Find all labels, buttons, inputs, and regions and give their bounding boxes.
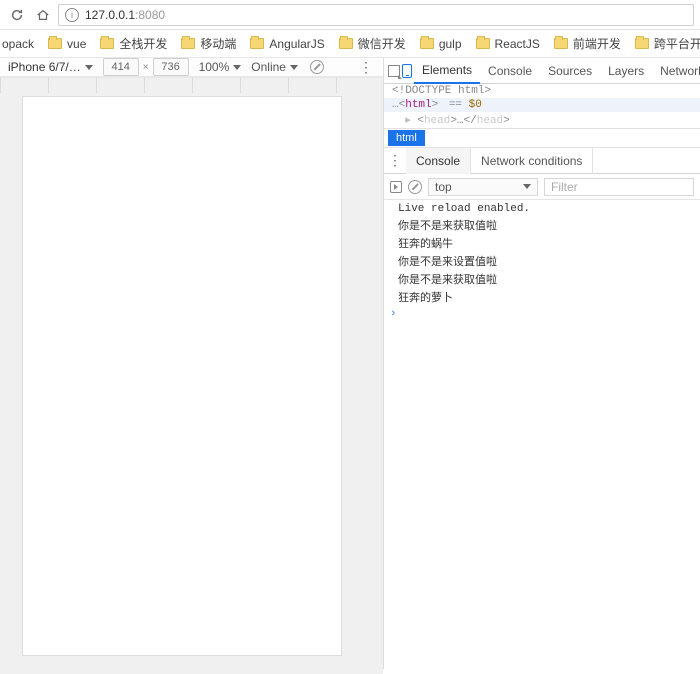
emulated-viewport[interactable]: [22, 96, 342, 656]
folder-icon: [181, 38, 195, 49]
url-host: 127.0.0.1: [85, 8, 135, 22]
device-name: iPhone 6/7/…: [8, 60, 81, 74]
console-line: 你是不是来设置值啦: [384, 252, 700, 270]
zoom-value: 100%: [199, 60, 230, 74]
home-icon[interactable]: [32, 4, 54, 26]
filter-input[interactable]: Filter: [544, 178, 694, 196]
context-select[interactable]: top: [428, 178, 538, 196]
folder-icon: [476, 38, 490, 49]
ruler: [0, 76, 383, 78]
devtools-tabs: ElementsConsoleSourcesLayersNetwork: [384, 58, 700, 84]
console-line: Live reload enabled.: [384, 202, 700, 216]
bookmarks-bar: opack vue 全栈开发 移动端 AngularJS 微信开发 gulp ReactJS 前…: [0, 30, 700, 58]
device-select[interactable]: iPhone 6/7/…: [8, 60, 93, 74]
bookmark-item[interactable]: 跨平台开发平台: [635, 35, 700, 52]
chevron-down-icon: [523, 184, 531, 189]
kebab-menu-icon[interactable]: ⋮: [384, 152, 406, 169]
network-select[interactable]: Online: [251, 60, 298, 74]
devtools-pane: ElementsConsoleSourcesLayersNetwork <!DO…: [384, 58, 700, 669]
folder-icon: [100, 38, 114, 49]
reload-icon[interactable]: [6, 4, 28, 26]
site-info-icon[interactable]: i: [65, 8, 79, 22]
folder-icon: [635, 38, 649, 49]
dollar-zero: $0: [469, 99, 482, 111]
console-line: 你是不是来获取值啦: [384, 216, 700, 234]
execution-context-icon[interactable]: [390, 181, 402, 193]
bookmark-label: AngularJS: [269, 37, 324, 51]
devtools-tab-elements[interactable]: Elements: [414, 58, 480, 84]
chevron-down-icon: [233, 65, 241, 70]
clear-console-icon[interactable]: [408, 180, 422, 194]
browser-toolbar: i 127.0.0.1:8080: [0, 0, 700, 30]
device-emulator-pane: iPhone 6/7/… 414 × 736 100% Online ⋮: [0, 58, 384, 669]
bookmark-item[interactable]: gulp: [420, 37, 462, 51]
bookmark-label: opack: [2, 37, 34, 51]
devtools-tab-layers[interactable]: Layers: [600, 58, 652, 84]
folder-icon: [339, 38, 353, 49]
bookmark-label: 全栈开发: [119, 35, 167, 52]
address-bar[interactable]: i 127.0.0.1:8080: [58, 4, 694, 26]
viewport-area: [0, 78, 383, 674]
device-height-input[interactable]: 736: [153, 58, 189, 76]
bookmark-item[interactable]: AngularJS: [250, 37, 324, 51]
drawer-tab-console[interactable]: Console: [406, 148, 471, 174]
bookmark-label: vue: [67, 37, 86, 51]
console-line: 狂奔的蜗牛: [384, 234, 700, 252]
no-throttling-icon[interactable]: [310, 60, 324, 74]
bookmark-label: ReactJS: [495, 37, 540, 51]
drawer-tabs: ⋮ ConsoleNetwork conditions: [384, 148, 700, 174]
bookmark-item[interactable]: 全栈开发: [100, 35, 167, 52]
dom-line[interactable]: <!DOCTYPE html>: [384, 84, 700, 98]
folder-icon: [48, 38, 62, 49]
bookmark-label: 微信开发: [358, 35, 406, 52]
console-toolbar: top Filter: [384, 174, 700, 200]
device-width-input[interactable]: 414: [103, 58, 139, 76]
devtools-tab-console[interactable]: Console: [480, 58, 540, 84]
folder-icon: [420, 38, 434, 49]
bookmark-item[interactable]: 微信开发: [339, 35, 406, 52]
network-value: Online: [251, 60, 286, 74]
dimension-x: ×: [143, 62, 149, 73]
device-toolbar: iPhone 6/7/… 414 × 736 100% Online ⋮: [0, 58, 383, 76]
bookmark-label: 移动端: [200, 35, 236, 52]
bookmark-item[interactable]: 前端开发: [554, 35, 621, 52]
bookmark-label: 跨平台开发平台: [654, 35, 700, 52]
devtools-tab-network[interactable]: Network: [652, 58, 700, 84]
chevron-down-icon: [85, 65, 93, 70]
dom-line-selected[interactable]: …<html> == $0: [384, 98, 700, 112]
inspect-element-icon[interactable]: [388, 62, 400, 80]
bookmark-label: gulp: [439, 37, 462, 51]
bookmark-item[interactable]: opack: [2, 37, 34, 51]
bookmark-item[interactable]: ReactJS: [476, 37, 540, 51]
breadcrumb: html: [384, 128, 700, 148]
toggle-device-icon[interactable]: [402, 62, 412, 80]
bookmark-label: 前端开发: [573, 35, 621, 52]
console-line: 你是不是来获取值啦: [384, 270, 700, 288]
url-port: :8080: [135, 8, 165, 22]
context-value: top: [435, 180, 452, 194]
bookmark-item[interactable]: 移动端: [181, 35, 236, 52]
folder-icon: [554, 38, 568, 49]
chevron-down-icon: [290, 65, 298, 70]
drawer-tab-network-conditions[interactable]: Network conditions: [471, 148, 593, 174]
console-line: 狂奔的萝卜: [384, 288, 700, 306]
dom-tree[interactable]: <!DOCTYPE html> …<html> == $0 ▸ <head>…<…: [384, 84, 700, 128]
ellipsis: …: [392, 99, 399, 111]
zoom-select[interactable]: 100%: [199, 60, 242, 74]
console-output[interactable]: Live reload enabled.你是不是来获取值啦狂奔的蜗牛你是不是来设…: [384, 200, 700, 669]
main-split: iPhone 6/7/… 414 × 736 100% Online ⋮: [0, 58, 700, 669]
breadcrumb-item[interactable]: html: [388, 130, 425, 146]
bookmark-item[interactable]: vue: [48, 37, 86, 51]
dom-line[interactable]: ▸ <head>…</head>: [384, 112, 700, 128]
equals: ==: [442, 99, 468, 111]
folder-icon: [250, 38, 264, 49]
kebab-menu-icon[interactable]: ⋮: [357, 62, 375, 72]
console-prompt[interactable]: ›: [384, 306, 700, 322]
devtools-tab-sources[interactable]: Sources: [540, 58, 600, 84]
filter-placeholder: Filter: [551, 180, 578, 194]
